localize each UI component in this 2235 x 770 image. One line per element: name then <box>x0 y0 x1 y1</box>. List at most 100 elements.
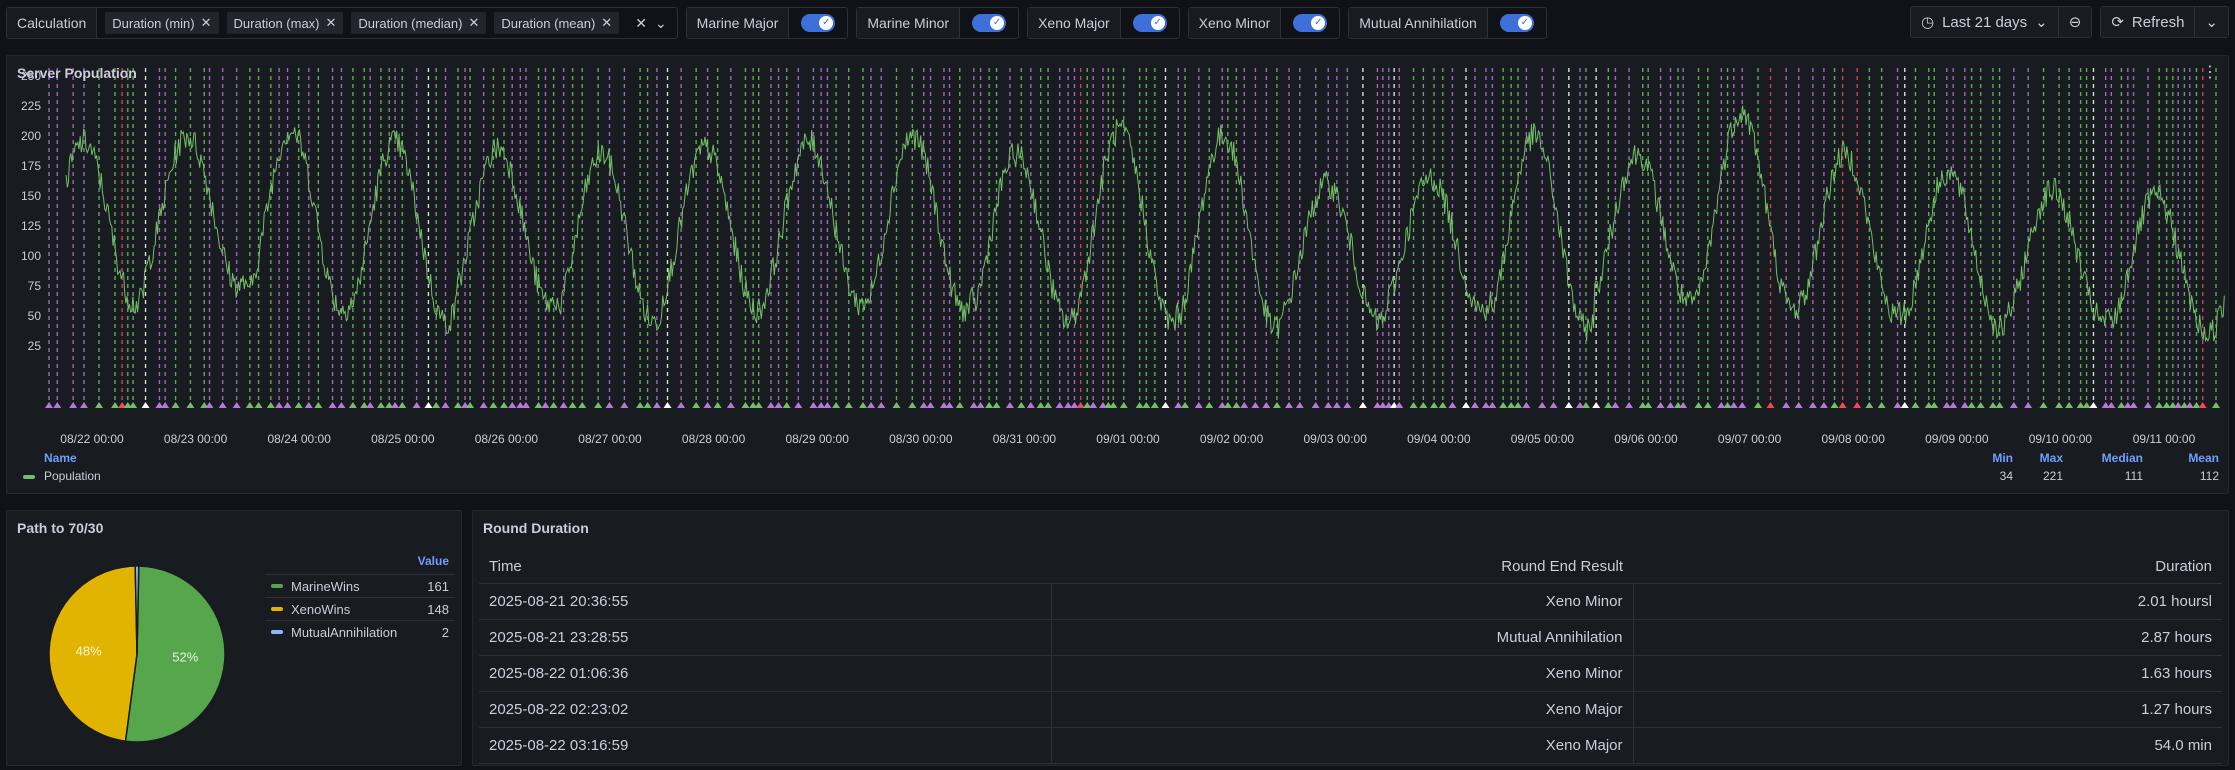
legend-max-header[interactable]: Max <box>2023 451 2063 465</box>
annotation-marker[interactable] <box>692 402 701 408</box>
annotation-marker[interactable] <box>453 402 462 408</box>
annotation-marker[interactable] <box>1017 402 1026 408</box>
annotation-marker[interactable] <box>1232 402 1241 408</box>
annotation-marker[interactable] <box>1522 402 1531 408</box>
annotation-marker[interactable] <box>1893 402 1902 408</box>
annotation-marker[interactable] <box>1438 402 1447 408</box>
annotation-marker[interactable] <box>1830 402 1839 408</box>
annotation-marker[interactable] <box>985 402 994 408</box>
annotation-marker[interactable] <box>754 402 763 408</box>
annotation-marker[interactable] <box>508 402 517 408</box>
pie-legend-row[interactable]: MarineWins 161 <box>265 574 455 597</box>
toggle-switch[interactable]: ✓ <box>1499 14 1534 32</box>
annotation-marker[interactable] <box>992 402 1001 408</box>
annotation-marker[interactable] <box>412 402 421 408</box>
column-header-duration[interactable]: Duration <box>1633 551 2222 584</box>
annotation-marker[interactable] <box>45 402 53 408</box>
annotation-marker[interactable] <box>1462 402 1471 408</box>
annotation-marker[interactable] <box>129 402 138 408</box>
annotation-marker[interactable] <box>1960 402 1969 408</box>
annotation-marker[interactable] <box>218 402 227 408</box>
time-range-picker[interactable]: ◷ Last 21 days ⌄ ⊖ <box>1910 6 2093 38</box>
annotation-marker[interactable] <box>2185 402 2194 408</box>
annotation-marker[interactable] <box>376 402 385 408</box>
annotation-marker[interactable] <box>275 402 284 408</box>
annotation-marker[interactable] <box>1877 402 1886 408</box>
annotation-marker[interactable] <box>1513 402 1522 408</box>
annotation-marker[interactable] <box>1853 402 1862 408</box>
annotation-marker[interactable] <box>1005 402 1014 408</box>
annotation-marker[interactable] <box>1409 402 1418 408</box>
population-chart[interactable]: 25507510012515017520022525008/22 00:00 08… <box>7 56 2230 495</box>
annotation-marker[interactable] <box>823 402 832 408</box>
legend-min-header[interactable]: Min <box>1973 451 2013 465</box>
annotation-marker[interactable] <box>817 402 826 408</box>
refresh-control[interactable]: ⟳ Refresh ⌄ <box>2100 6 2229 38</box>
annotation-marker[interactable] <box>1174 402 1183 408</box>
annotation-marker[interactable] <box>1223 402 1232 408</box>
annotation-marker[interactable] <box>1507 402 1516 408</box>
annotation-marker[interactable] <box>171 402 180 408</box>
annotation-marker[interactable] <box>1988 402 1997 408</box>
calculation-chip[interactable]: Duration (median) ✕ <box>351 12 487 34</box>
annotation-marker[interactable] <box>424 402 433 408</box>
annotation-marker[interactable] <box>1419 402 1428 408</box>
toggle-switch[interactable]: ✓ <box>1293 14 1328 32</box>
annotation-marker[interactable] <box>1564 402 1573 408</box>
annotation-marker[interactable] <box>1782 402 1791 408</box>
annotation-marker[interactable] <box>703 402 712 408</box>
table-row[interactable]: 2025-08-22 02:23:02 Xeno Major 1.27 hours <box>479 691 2222 728</box>
annotation-marker[interactable] <box>2211 402 2220 408</box>
annotation-marker[interactable] <box>1142 402 1151 408</box>
annotation-marker[interactable] <box>1109 402 1118 408</box>
annotation-marker[interactable] <box>2082 402 2091 408</box>
annotation-marker[interactable] <box>1481 402 1490 408</box>
annotation-marker[interactable] <box>1930 402 1939 408</box>
table-row[interactable]: 2025-08-22 01:06:36 Xeno Minor 1.63 hours <box>479 655 2222 692</box>
remove-chip-icon[interactable]: ✕ <box>326 15 337 31</box>
annotation-marker[interactable] <box>1838 402 1847 408</box>
annotation-marker[interactable] <box>809 402 818 408</box>
annotation-marker[interactable] <box>766 402 775 408</box>
annotation-marker[interactable] <box>713 402 722 408</box>
annotation-marker[interactable] <box>1161 402 1170 408</box>
annotation-marker[interactable] <box>1900 402 1909 408</box>
annotation-marker[interactable] <box>578 402 587 408</box>
table-row[interactable]: 2025-08-21 23:28:55 Mutual Annihilation 2.… <box>479 619 2222 656</box>
annotation-marker[interactable] <box>976 402 985 408</box>
annotation-marker[interactable] <box>1194 402 1203 408</box>
toggle-switch[interactable]: ✓ <box>1132 14 1167 32</box>
legend-name-header[interactable]: Name <box>44 451 77 465</box>
annotation-marker[interactable] <box>1942 402 1951 408</box>
annotation-marker[interactable] <box>774 402 783 408</box>
annotation-marker[interactable] <box>1036 402 1045 408</box>
annotation-marker[interactable] <box>652 402 661 408</box>
annotation-marker[interactable] <box>1549 402 1558 408</box>
annotation-marker[interactable] <box>1430 402 1439 408</box>
annotation-marker[interactable] <box>1679 402 1688 408</box>
annotation-marker[interactable] <box>2107 402 2116 408</box>
annotation-marker[interactable] <box>1754 402 1763 408</box>
annotation-marker[interactable] <box>314 402 323 408</box>
annotation-marker[interactable] <box>489 402 498 408</box>
refresh-button[interactable]: ⟳ Refresh <box>2101 7 2194 37</box>
annotation-marker[interactable] <box>1448 402 1457 408</box>
chevron-down-icon[interactable]: ⌄ <box>655 15 667 32</box>
annotation-marker[interactable] <box>2117 402 2126 408</box>
annotation-marker[interactable] <box>782 402 791 408</box>
annotation-marker[interactable] <box>620 402 629 408</box>
annotation-marker[interactable] <box>794 402 803 408</box>
annotation-marker[interactable] <box>1055 402 1064 408</box>
annotation-marker[interactable] <box>605 402 614 408</box>
annotation-marker[interactable] <box>1488 402 1497 408</box>
annotation-marker[interactable] <box>919 402 928 408</box>
annotation-marker[interactable] <box>2065 402 2074 408</box>
annotation-marker[interactable] <box>1251 402 1260 408</box>
annotation-marker[interactable] <box>741 402 750 408</box>
annotation-marker[interactable] <box>1358 402 1367 408</box>
annotation-marker[interactable] <box>2009 402 2018 408</box>
annotation-marker[interactable] <box>1089 402 1098 408</box>
annotation-marker[interactable] <box>521 402 530 408</box>
annotation-marker[interactable] <box>95 402 104 408</box>
annotation-marker[interactable] <box>1076 402 1085 408</box>
